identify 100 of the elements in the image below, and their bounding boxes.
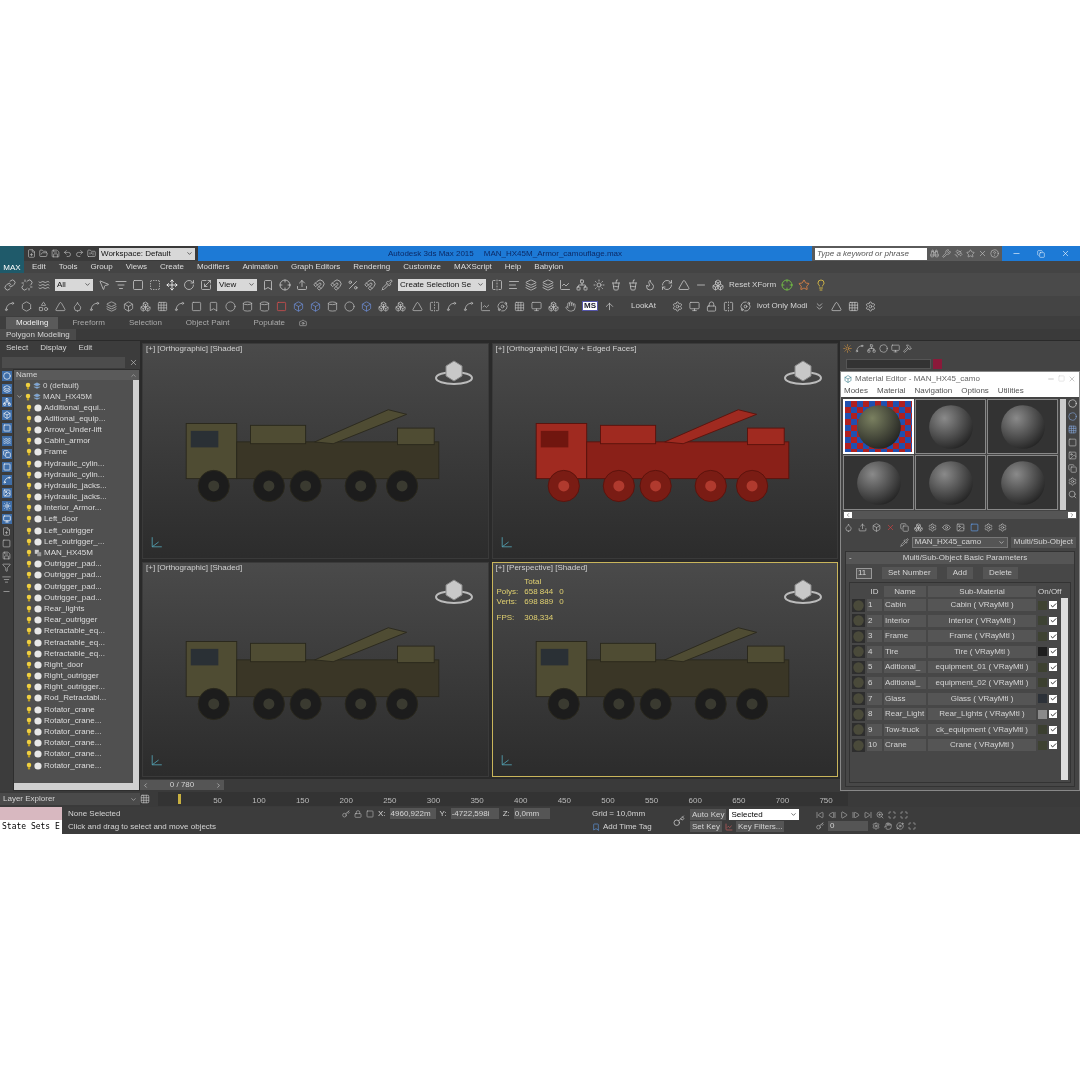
menu-item[interactable]: Edit: [32, 263, 46, 271]
material-row[interactable]: 2 Interior Interior ( VRayMtl ): [852, 613, 1061, 628]
sub-material-button[interactable]: Frame ( VRayMtl ): [928, 630, 1036, 643]
ribbon-panel-label[interactable]: Polygon Modeling: [0, 329, 76, 340]
menu-item[interactable]: Rendering: [353, 263, 391, 271]
sub-material-button[interactable]: equipment_01 ( VRayMtl ): [928, 661, 1036, 674]
tree-row[interactable]: Outrigger_pad...: [14, 592, 133, 604]
tree-row[interactable]: Rotator_crane...: [14, 760, 133, 772]
rollout-toggle[interactable]: -: [849, 554, 859, 562]
tree-row[interactable]: Left_door: [14, 513, 133, 526]
material-menu-item[interactable]: Options: [961, 387, 989, 395]
tree-row[interactable]: Rotator_crane...: [14, 715, 133, 727]
tree-row[interactable]: Retractable_eq...: [14, 636, 133, 649]
material-row[interactable]: 10 Crane Crane ( VRayMtl ): [852, 738, 1061, 753]
tree-row[interactable]: Hydraulic_cylin...: [14, 469, 133, 481]
search-field[interactable]: Type a keyword or phrase: [815, 247, 927, 260]
name-field[interactable]: Glass: [884, 692, 926, 705]
name-field[interactable]: Tire: [884, 645, 926, 658]
material-name-dropdown[interactable]: MAN_HX45_camo: [911, 536, 1008, 548]
sub-material-button[interactable]: Interior ( VRayMtl ): [928, 614, 1036, 627]
viewport[interactable]: [+] [Orthographic] [Shaded]: [142, 561, 489, 777]
tree-row[interactable]: Left_outrigger: [14, 525, 133, 537]
ribbon-tab[interactable]: Selection: [118, 316, 172, 329]
time-ruler[interactable]: 50 100 150 200 250 300 350 400 450 500 550 600 650 700 750: [158, 792, 848, 806]
tree-row[interactable]: Interior_Armor...: [14, 502, 133, 514]
workspace-dropdown[interactable]: Workspace: Default: [99, 247, 195, 260]
tree-row[interactable]: Rear_outrigger: [14, 614, 133, 626]
tree-row[interactable]: Retractable_eq...: [14, 625, 133, 637]
sub-material-button[interactable]: Tire ( VRayMtl ): [928, 645, 1036, 658]
maxscript-icon[interactable]: MS: [582, 301, 598, 311]
name-field[interactable]: Frame: [884, 630, 926, 643]
tree-row[interactable]: Frame: [14, 446, 133, 458]
app-logo[interactable]: MAX: [0, 246, 24, 273]
tree-row[interactable]: Retractable_eq...: [14, 648, 133, 660]
name-field[interactable]: Rear_Light: [884, 708, 926, 721]
name-field[interactable]: Crane: [884, 739, 926, 752]
menu-item[interactable]: Graph Editors: [290, 263, 341, 271]
menu-item[interactable]: Customize: [403, 263, 442, 271]
ribbon-tab[interactable]: Modeling: [6, 316, 59, 329]
name-field[interactable]: Aditional_: [884, 661, 926, 674]
state-sets-label[interactable]: State Sets E: [0, 820, 62, 834]
tree-row[interactable]: Hydraulic_jacks...: [14, 480, 133, 492]
sub-material-button[interactable]: equipment_02 ( VRayMtl ): [928, 676, 1036, 689]
material-row[interactable]: 6 Aditional_ equipment_02 ( VRayMtl ): [852, 675, 1061, 690]
material-row[interactable]: 7 Glass Glass ( VRayMtl ): [852, 691, 1061, 706]
add-time-tag-button[interactable]: Add Time Tag: [603, 823, 652, 831]
reset-xform-label[interactable]: Reset XForm: [729, 280, 777, 289]
tree-row[interactable]: Rotator_crane...: [14, 726, 133, 738]
sub-material-button[interactable]: Glass ( VRayMtl ): [928, 692, 1036, 705]
tree-row[interactable]: Rotator_crane...: [14, 748, 133, 760]
frame-range-button[interactable]: 0 / 780: [140, 780, 224, 790]
sub-material-button[interactable]: ck_equipment ( VRayMtl ): [928, 723, 1036, 736]
viewport-label[interactable]: [+] [Perspective] [Shaded]: [495, 563, 588, 572]
tree-row[interactable]: Right_outrigger: [14, 670, 133, 682]
menu-item[interactable]: Modifiers: [196, 263, 230, 271]
sub-material-button[interactable]: Rear_Lights ( VRayMtl ): [928, 708, 1036, 721]
material-row[interactable]: 1 Cabin Cabin ( VRayMtl ): [852, 598, 1061, 612]
ribbon-tab[interactable]: Object Paint: [175, 316, 240, 329]
auto-key-button[interactable]: Auto Key: [690, 809, 727, 820]
y-coordinate-field[interactable]: -4722,598i: [450, 808, 499, 819]
name-field[interactable]: Tow-truck: [884, 723, 926, 736]
menu-item[interactable]: MAXScript: [454, 263, 492, 271]
pivot-mode-label[interactable]: ivot Only Modi: [756, 302, 808, 310]
material-row[interactable]: 5 Aditional_ equipment_01 ( VRayMtl ): [852, 660, 1061, 675]
tree-row[interactable]: Rotator_crane: [14, 704, 133, 716]
rollout-button[interactable]: Add: [946, 567, 973, 579]
ribbon-tab[interactable]: Freeform: [62, 316, 115, 329]
explorer-menu-item[interactable]: Select: [6, 344, 29, 352]
tree-row[interactable]: Rotator_crane...: [14, 737, 133, 749]
viewport-label[interactable]: [+] [Orthographic] [Clay + Edged Faces]: [495, 345, 637, 353]
reference-coordinate-dropdown[interactable]: View: [217, 278, 257, 291]
tree-row[interactable]: Aditional_equip...: [14, 413, 133, 425]
rollout-title[interactable]: Multi/Sub-Object Basic Parameters: [859, 554, 1071, 562]
material-menu-item[interactable]: Utilities: [997, 387, 1024, 395]
viewport[interactable]: [+] [Orthographic] [Clay + Edged Faces]: [491, 343, 838, 559]
tree-row[interactable]: Outrigger_pad...: [14, 569, 133, 581]
material-type-button[interactable]: Multi/Sub-Object: [1010, 536, 1076, 548]
rollout-button[interactable]: Delete: [982, 567, 1019, 579]
sub-material-button[interactable]: Cabin ( VRayMtl ): [928, 599, 1036, 611]
lookat-label[interactable]: LookAt: [631, 302, 656, 310]
sub-material-button[interactable]: Crane ( VRayMtl ): [928, 739, 1036, 752]
set-key-button[interactable]: Set Key: [690, 821, 722, 832]
tree-row[interactable]: MAN_HX45M: [14, 547, 133, 559]
menu-item[interactable]: Views: [125, 263, 147, 271]
material-row[interactable]: 4 Tire Tire ( VRayMtl ): [852, 644, 1061, 659]
material-row[interactable]: 8 Rear_Light Rear_Lights ( VRayMtl ): [852, 707, 1061, 722]
current-frame-field[interactable]: 0: [828, 820, 868, 831]
named-selection-dropdown[interactable]: Create Selection Se: [398, 278, 486, 291]
tree-row[interactable]: Outrigger_pad...: [14, 581, 133, 593]
tree-row[interactable]: Cabin_armor: [14, 435, 133, 447]
viewport-label[interactable]: [+] [Orthographic] [Shaded]: [146, 563, 243, 572]
tree-row[interactable]: Right_outrigger...: [14, 681, 133, 693]
menu-item[interactable]: Babylon: [534, 263, 564, 271]
tree-row[interactable]: 0 (default): [14, 380, 133, 391]
tree-row[interactable]: Hydraulic_jacks...: [14, 491, 133, 503]
tree-row[interactable]: Rod_Retractabl...: [14, 692, 133, 705]
tree-row[interactable]: Arrow_Under-lift: [14, 424, 133, 436]
menu-item[interactable]: Help: [504, 263, 522, 271]
name-field[interactable]: Aditional_: [884, 676, 926, 689]
name-field[interactable]: Interior: [884, 614, 926, 627]
